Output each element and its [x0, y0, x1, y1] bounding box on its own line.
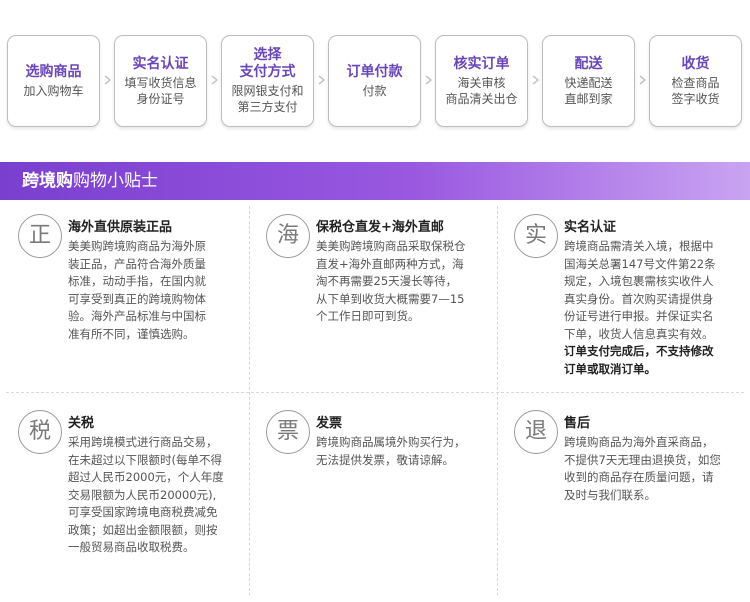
- step-desc: 付款: [362, 83, 387, 98]
- step-desc: 加入购物车: [23, 83, 84, 98]
- step-desc: 限网银支付和 第三方支付: [231, 84, 304, 114]
- tip-invoice: 票 发票 跨境购商品属境外购买行为， 无法提供发票，敬请谅解。: [266, 410, 494, 590]
- step-receive: 收货 检查商品 签字收货: [649, 35, 742, 127]
- chevron-right-icon: [531, 75, 541, 85]
- tip-body: 美美购跨境购商品为海外原 装正品，产品符合海外质量 标准，动动手指，在国内就 可…: [68, 239, 206, 341]
- step-title: 选择 支付方式: [239, 47, 296, 80]
- tip-title: 售后: [564, 416, 591, 431]
- step-title: 选购商品: [25, 63, 82, 80]
- tip-tariff: 税 关税 采用跨境模式进行商品交易， 在未超过以下限额时(每单不得 超过人民币2…: [18, 410, 243, 590]
- tip-body-emphasis: 订单支付完成后，不支持修改 订单或取消订单。: [564, 344, 714, 376]
- step-title: 收货: [681, 55, 710, 72]
- tip-body: 跨境购商品属境外购买行为， 无法提供发票，敬请谅解。: [316, 435, 466, 467]
- tip-genuine: 正 海外直供原装正品 美美购跨境购商品为海外原 装正品，产品符合海外质量 标准，…: [18, 214, 243, 389]
- banner-title: 跨境购购物小贴士: [22, 170, 158, 192]
- grid-divider: [6, 392, 744, 393]
- step-delivery: 配送 快递配送 直邮到家: [542, 35, 635, 127]
- step-order-payment: 订单付款 付款: [328, 35, 421, 127]
- banner-title-bold: 跨境购: [22, 171, 73, 191]
- piao-badge-icon: 票: [266, 410, 310, 454]
- shui-badge-icon: 税: [18, 410, 62, 454]
- step-title: 订单付款: [346, 63, 403, 80]
- tip-title: 海外直供原装正品: [68, 220, 173, 235]
- step-real-name: 实名认证 填写收货信息 身份证号: [114, 35, 207, 127]
- chevron-right-icon: [210, 75, 220, 85]
- zheng-badge-icon: 正: [18, 214, 62, 258]
- banner-title-rest: 购物小贴士: [73, 171, 158, 191]
- step-desc: 检查商品 签字收货: [671, 75, 720, 106]
- grid-divider: [497, 206, 498, 596]
- tip-title: 发票: [316, 416, 343, 431]
- tip-title: 保税仓直发+海外直邮: [316, 220, 444, 235]
- tip-body: 跨境购商品为海外直采商品， 不提供7天无理由退换货，如您 收到的商品存在质量问题…: [564, 435, 721, 502]
- tip-after-sales: 退 售后 跨境购商品为海外直采商品， 不提供7天无理由退换货，如您 收到的商品存…: [514, 410, 746, 590]
- step-desc: 填写收货信息 身份证号: [124, 75, 197, 106]
- shi-badge-icon: 实: [514, 214, 558, 258]
- step-title: 实名认证: [132, 55, 189, 72]
- step-verify-order: 核实订单 海关审核 商品清关出仓: [435, 35, 528, 127]
- tui-badge-icon: 退: [514, 410, 558, 454]
- process-steps: 选购商品 加入购物车 实名认证 填写收货信息 身份证号 选择 支付方式 限网银支…: [7, 35, 743, 127]
- chevron-right-icon: [424, 75, 434, 85]
- tips-grid: 正 海外直供原装正品 美美购跨境购商品为海外原 装正品，产品符合海外质量 标准，…: [0, 200, 750, 602]
- tip-body: 跨境商品需清关入境，根据中 国海关总署147号文件第22条 规定，入境包裹需核实…: [564, 239, 716, 341]
- step-desc: 快递配送 直邮到家: [564, 75, 613, 106]
- grid-divider: [249, 206, 250, 596]
- chevron-right-icon: [103, 75, 113, 85]
- tip-real-name: 实 实名认证 跨境商品需清关入境，根据中 国海关总署147号文件第22条 规定，…: [514, 214, 746, 389]
- step-select-goods: 选购商品 加入购物车: [7, 35, 100, 127]
- tip-body: 美美购跨境购商品采取保税仓 直发+海外直邮两种方式，海 淘不再需要25天漫长等待…: [316, 239, 466, 323]
- tips-banner: 跨境购购物小贴士: [0, 162, 750, 200]
- tip-title: 关税: [68, 416, 95, 431]
- step-desc: 海关审核 商品清关出仓: [445, 75, 518, 106]
- tip-title: 实名认证: [564, 220, 617, 235]
- chevron-right-icon: [638, 75, 648, 85]
- chevron-right-icon: [317, 75, 327, 85]
- hai-badge-icon: 海: [266, 214, 310, 258]
- tip-bonded-warehouse: 海 保税仓直发+海外直邮 美美购跨境购商品采取保税仓 直发+海外直邮两种方式，海…: [266, 214, 494, 389]
- step-payment-method: 选择 支付方式 限网银支付和 第三方支付: [221, 35, 314, 127]
- step-title: 核实订单: [453, 55, 510, 72]
- tip-body: 采用跨境模式进行商品交易， 在未超过以下限额时(每单不得 超过人民币2000元，…: [68, 435, 224, 554]
- step-title: 配送: [574, 55, 603, 72]
